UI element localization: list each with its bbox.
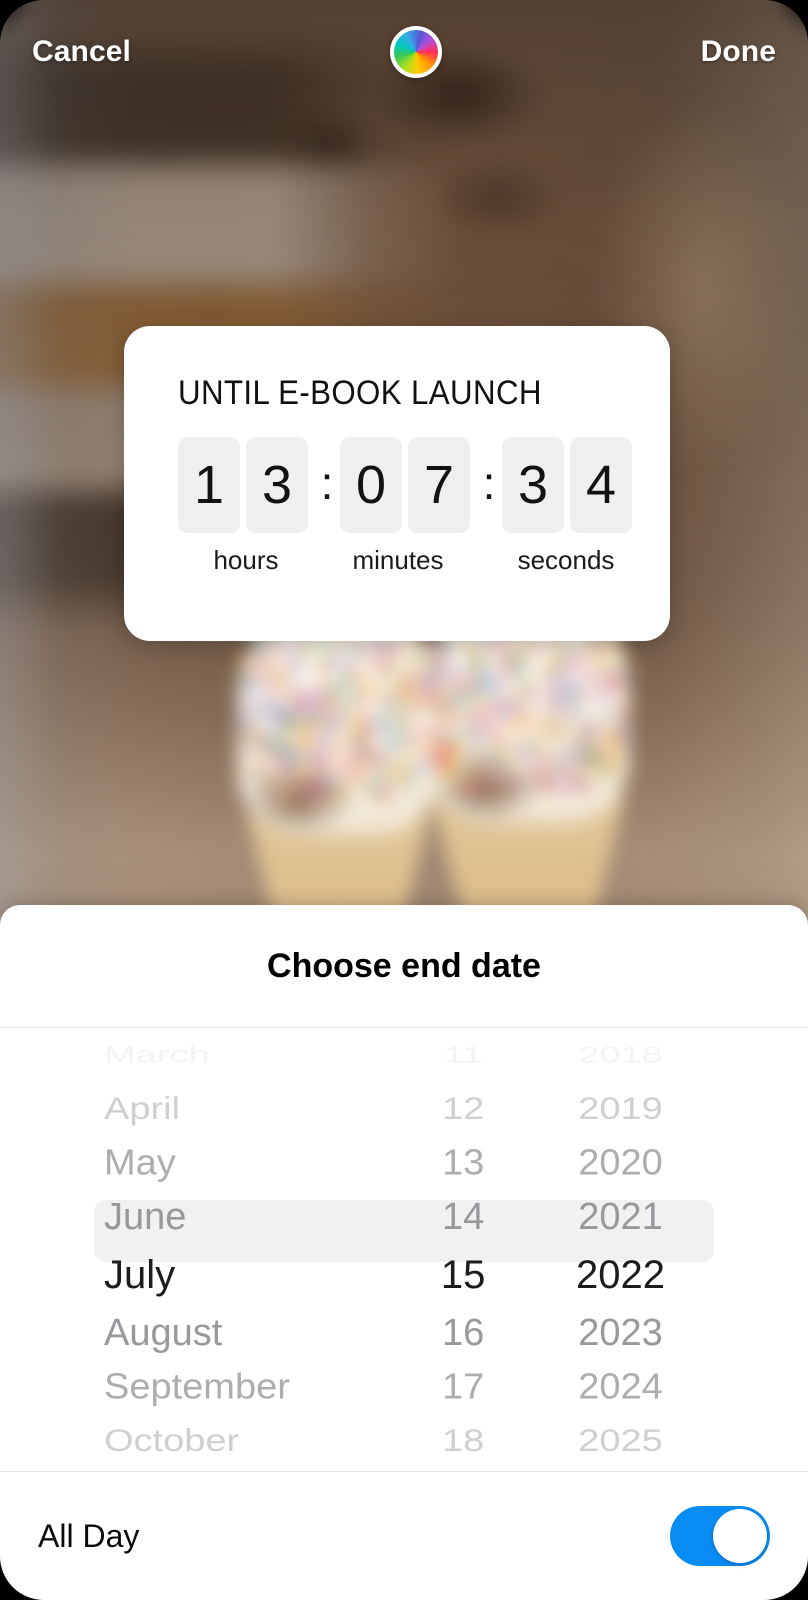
- seconds-digit-ones: 4: [570, 437, 632, 533]
- picker-item-month[interactable]: June: [104, 1190, 186, 1244]
- seconds-unit-label: seconds: [482, 545, 650, 576]
- separator-minutes-seconds: :: [476, 465, 502, 506]
- choose-end-date-sheet: Choose end date March April May June July Aug…: [0, 905, 808, 1600]
- countdown-units-row: hours minutes seconds: [178, 545, 670, 576]
- picker-item-year[interactable]: 2023: [578, 1306, 663, 1360]
- picker-item-year[interactable]: 2018: [578, 1038, 663, 1071]
- seconds-digit-tens: 3: [502, 437, 564, 533]
- picker-item-day[interactable]: 18: [442, 1418, 484, 1463]
- minutes-unit-label: minutes: [314, 545, 482, 576]
- date-picker[interactable]: March April May June July August September Octo…: [0, 1028, 808, 1471]
- separator-hours-minutes: :: [314, 465, 340, 506]
- cancel-button[interactable]: Cancel: [30, 29, 133, 75]
- picker-item-month-selected[interactable]: July: [104, 1244, 175, 1306]
- top-bar: Cancel Done: [0, 0, 808, 104]
- picker-item-year-selected[interactable]: 2022: [576, 1244, 665, 1306]
- all-day-row: All Day: [0, 1472, 808, 1600]
- picker-column-day[interactable]: 111213141516171819: [399, 1028, 527, 1471]
- picker-item-month[interactable]: September: [104, 1361, 290, 1413]
- picker-item-month[interactable]: March: [104, 1038, 210, 1071]
- picker-item-month[interactable]: August: [104, 1306, 222, 1360]
- picker-item-year[interactable]: 2021: [578, 1190, 663, 1244]
- picker-column-year[interactable]: 201820192020202120222023202420252026: [527, 1028, 714, 1471]
- all-day-toggle-knob: [713, 1509, 767, 1563]
- color-wheel-icon[interactable]: [390, 26, 442, 78]
- picker-item-day-selected[interactable]: 15: [441, 1244, 486, 1306]
- picker-item-year[interactable]: 2019: [578, 1086, 663, 1131]
- hours-unit-label: hours: [178, 545, 314, 576]
- picker-item-month[interactable]: April: [104, 1086, 180, 1131]
- picker-item-day[interactable]: 13: [442, 1137, 484, 1189]
- countdown-digits-row: 1 3 : 0 7 : 3 4: [178, 437, 670, 533]
- hours-digit-ones: 3: [246, 437, 308, 533]
- hours-digit-tens: 1: [178, 437, 240, 533]
- minutes-digit-tens: 0: [340, 437, 402, 533]
- all-day-label: All Day: [38, 1518, 139, 1555]
- phone-screen: Cancel Done UNTIL E-BOOK LAUNCH 1 3 : 0 …: [0, 0, 808, 1600]
- all-day-toggle[interactable]: [670, 1506, 770, 1566]
- done-button[interactable]: Done: [699, 29, 778, 75]
- picker-item-day[interactable]: 14: [442, 1190, 484, 1244]
- countdown-title: UNTIL E-BOOK LAUNCH: [178, 374, 631, 413]
- minutes-digit-ones: 7: [408, 437, 470, 533]
- picker-item-day[interactable]: 11: [443, 1038, 482, 1071]
- picker-item-month[interactable]: October: [104, 1418, 239, 1463]
- countdown-sticker[interactable]: UNTIL E-BOOK LAUNCH 1 3 : 0 7 : 3 4 hour…: [124, 326, 670, 641]
- picker-item-day[interactable]: 17: [442, 1361, 484, 1413]
- picker-item-day[interactable]: 16: [442, 1306, 484, 1360]
- picker-item-year[interactable]: 2024: [578, 1361, 663, 1413]
- picker-item-month[interactable]: May: [104, 1137, 176, 1189]
- picker-item-day[interactable]: 12: [442, 1086, 484, 1131]
- picker-column-month[interactable]: March April May June July August September Octo…: [94, 1028, 399, 1471]
- picker-item-year[interactable]: 2025: [578, 1418, 663, 1463]
- picker-item-year[interactable]: 2020: [578, 1137, 663, 1189]
- sheet-title: Choose end date: [0, 905, 808, 1027]
